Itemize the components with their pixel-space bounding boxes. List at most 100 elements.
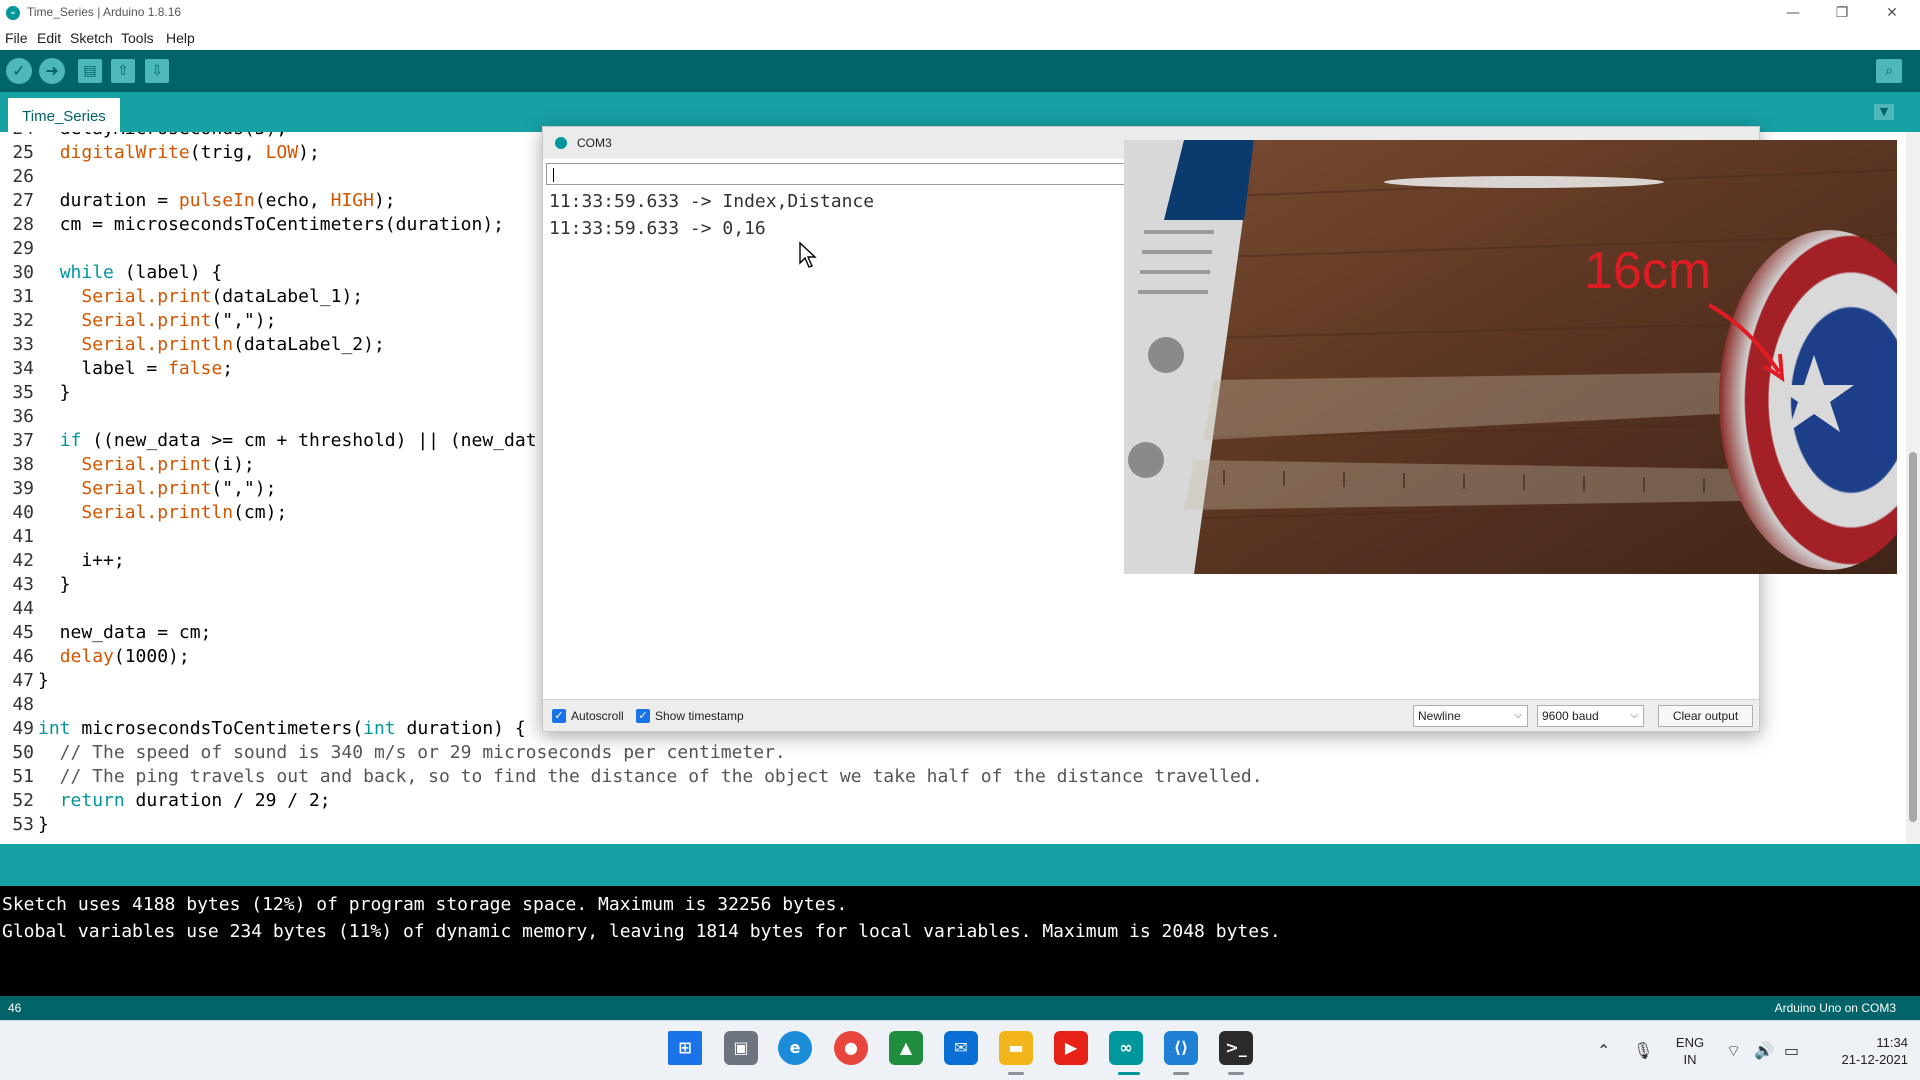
line-number: 26 [12, 166, 34, 187]
autoscroll-checkbox[interactable]: ✓ [552, 709, 566, 723]
code-text: } [38, 574, 71, 595]
arduino-running-indicator [1118, 1072, 1140, 1075]
line-number: 29 [12, 238, 34, 259]
save-button[interactable]: ⇩ [145, 59, 169, 83]
baud-rate-select[interactable]: 9600 baud ⌵ [1537, 705, 1644, 727]
menu-file[interactable]: File [5, 30, 28, 46]
microphone-icon[interactable]: 🎙 [1633, 1041, 1653, 1060]
arduino-small-icon [555, 137, 567, 149]
line-number: 37 [12, 430, 34, 451]
code-text: while (label) { [59, 262, 223, 283]
windows-start-icon[interactable]: ⊞ [668, 1031, 702, 1065]
terminal-icon[interactable]: >_ [1219, 1031, 1253, 1065]
code-text: delayMicroseconds(5); [38, 132, 288, 139]
menu-help[interactable]: Help [166, 30, 195, 46]
line-number: 51 [12, 766, 34, 787]
wifi-icon[interactable]: ⌔ [1726, 1041, 1741, 1061]
terminal-running-indicator [1228, 1072, 1244, 1075]
vscode-icon[interactable]: ⟨⟩ [1164, 1031, 1198, 1065]
line-number: 45 [12, 622, 34, 643]
line-number: 27 [12, 190, 34, 211]
arduino-icon[interactable]: ∞ [1109, 1031, 1143, 1065]
chevron-down-icon: ⌵ [1630, 710, 1638, 721]
clock-time: 11:34 [1876, 1035, 1908, 1050]
classroom-icon[interactable]: ▲ [889, 1031, 923, 1065]
task-view-icon[interactable]: ▣ [724, 1031, 758, 1065]
menu-tools[interactable]: Tools [121, 30, 154, 46]
tab-menu-button[interactable]: ▼ [1874, 104, 1894, 120]
open-button[interactable]: ⇧ [111, 59, 135, 83]
line-number: 48 [12, 694, 34, 715]
save-icon: ⇩ [151, 63, 163, 79]
mail-icon[interactable]: ✉ [944, 1031, 978, 1065]
line-number: 35 [12, 382, 34, 403]
serial-output-line: 11:33:59.633 -> 0,16 [549, 218, 766, 239]
line-ending-select[interactable]: Newline ⌵ [1413, 705, 1528, 727]
edge-icon[interactable]: e [778, 1031, 812, 1065]
line-number: 43 [12, 574, 34, 595]
maximize-button[interactable]: ❐ [1819, 0, 1865, 26]
autoscroll-label: Autoscroll [571, 709, 624, 723]
line-number: 31 [12, 286, 34, 307]
webcam-overlay: 16cm [1124, 140, 1897, 574]
show-timestamp-checkbox[interactable]: ✓ [636, 709, 650, 723]
window-title: Time_Series | Arduino 1.8.16 [27, 5, 182, 19]
chrome-icon[interactable]: ● [834, 1031, 868, 1065]
code-text: if ((new_data >= cm + threshold) || (new… [59, 430, 537, 451]
status-bar: 46 Arduino Uno on COM3 [0, 996, 1920, 1020]
line-number: 44 [12, 598, 34, 619]
serial-monitor-footer: ✓ Autoscroll ✓ Show timestamp Newline ⌵ 9… [543, 699, 1759, 731]
text-caret [553, 168, 554, 182]
line-number: 53 [12, 814, 34, 835]
arrow-right-icon: ➜ [45, 61, 59, 80]
line-number: 36 [12, 406, 34, 427]
clear-output-button[interactable]: Clear output [1658, 705, 1753, 727]
youtube-icon[interactable]: ▶ [1054, 1031, 1088, 1065]
check-icon: ✓ [12, 61, 26, 80]
mouse-cursor-icon [799, 241, 817, 268]
code-text: // The ping travels out and back, so to … [38, 766, 1263, 787]
code-text: } [38, 670, 49, 691]
code-text: digitalWrite(trig, LOW); [59, 142, 320, 163]
code-text: delay(1000); [59, 646, 190, 667]
tab-time-series[interactable]: Time_Series [8, 98, 120, 132]
clock[interactable]: 11:34 21-12-2021 [1816, 1034, 1909, 1068]
verify-button[interactable]: ✓ [6, 58, 32, 84]
baud-rate-value: 9600 baud [1542, 709, 1599, 723]
menu-edit[interactable]: Edit [37, 30, 61, 46]
language-indicator[interactable]: ENG IN [1672, 1034, 1708, 1068]
code-text: Serial.print(","); [81, 310, 277, 331]
magnifier-icon: ⌕ [1885, 63, 1893, 79]
arduino-app-icon: ∞ [6, 6, 20, 20]
code-text: label = false; [38, 358, 234, 379]
show-timestamp-label: Show timestamp [655, 709, 744, 723]
new-button[interactable]: ▤ [78, 59, 102, 83]
editor-scroll-thumb[interactable] [1909, 452, 1917, 822]
code-text: Serial.print(dataLabel_1); [81, 286, 364, 307]
line-number: 47 [12, 670, 34, 691]
toolbar: ✓ ➜ ▤ ⇧ ⇩ ⌕ [0, 50, 1920, 92]
menu-sketch[interactable]: Sketch [70, 30, 113, 46]
volume-icon[interactable]: 🔊 [1754, 1041, 1774, 1060]
line-number: 50 [12, 742, 34, 763]
title-bar: ∞ Time_Series | Arduino 1.8.16 — ❐ ✕ [0, 0, 1920, 26]
line-number: 39 [12, 478, 34, 499]
taskbar: ⊞ ▣ e ● ▲ ✉ ▬ ▶ ∞ ⟨⟩ >_ ⌃ 🎙 ENG IN ⌔ 🔊 ▭… [0, 1020, 1920, 1080]
distance-annotation: 16cm [1584, 242, 1711, 300]
language-code: ENG [1675, 1035, 1705, 1050]
close-button[interactable]: ✕ [1869, 0, 1915, 26]
line-number: 49 [12, 718, 34, 739]
console-line: Global variables use 234 bytes (11%) of … [2, 921, 1281, 942]
upload-button[interactable]: ➜ [39, 58, 65, 84]
webcam-photo: 16cm [1124, 140, 1897, 574]
chevron-up-icon[interactable]: ⌃ [1597, 1041, 1610, 1060]
minimize-button[interactable]: — [1770, 0, 1816, 26]
line-number: 30 [12, 262, 34, 283]
line-number: 41 [12, 526, 34, 547]
code-text: return duration / 29 / 2; [59, 790, 331, 811]
serial-monitor-button[interactable]: ⌕ [1876, 59, 1902, 83]
code-text: int microsecondsToCentimeters(int durati… [38, 718, 526, 739]
battery-icon[interactable]: ▭ [1784, 1041, 1799, 1060]
file-explorer-icon[interactable]: ▬ [999, 1031, 1033, 1065]
chevron-down-icon: ⌵ [1514, 710, 1522, 721]
